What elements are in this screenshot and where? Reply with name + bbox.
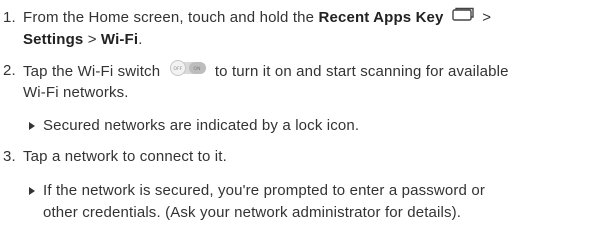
wifi-switch-icon: OFF ON	[169, 60, 207, 82]
bullet-triangle-icon	[29, 187, 35, 195]
step-2-bullet: Secured networks are indicated by a lock…	[43, 117, 360, 134]
step-1-line-2: Settings > Wi-Fi.	[23, 30, 143, 50]
switch-off-text: OFF	[173, 66, 182, 72]
step-1-arrow: >	[477, 9, 492, 26]
settings-label: Settings	[23, 31, 84, 48]
step-2-text-cont: to turn it on and start scanning for ava…	[214, 62, 509, 80]
step-3-bullet-line-2: other credentials. (Ask your network adm…	[43, 204, 462, 221]
step-1-number: 1.	[3, 9, 16, 26]
bullet-triangle-icon	[29, 122, 35, 130]
step-1-period: .	[138, 31, 143, 48]
step-3-line-1: Tap a network to connect to it.	[23, 148, 227, 165]
step-2-text: Tap the Wi-Fi switch	[23, 62, 161, 80]
step-1-sep: >	[83, 31, 101, 48]
switch-on-text: ON	[193, 66, 200, 72]
step-2-line-2: Wi-Fi networks.	[23, 84, 129, 101]
step-2-line-1: Tap the Wi-Fi switch OFF ON to turn it o…	[23, 60, 509, 83]
wifi-label: Wi-Fi	[100, 31, 139, 48]
recent-apps-key-icon	[452, 7, 474, 27]
step-1-line-1: From the Home screen, touch and hold the…	[23, 7, 492, 28]
step-1-text: From the Home screen, touch and hold the	[23, 9, 319, 26]
recent-apps-key-label: Recent Apps Key	[318, 9, 444, 26]
step-2-number: 2.	[3, 62, 16, 79]
instruction-page: 1. From the Home screen, touch and hold …	[0, 0, 604, 241]
step-3-number: 3.	[3, 148, 16, 165]
step-3-bullet-line-1: If the network is secured, you're prompt…	[43, 182, 485, 199]
